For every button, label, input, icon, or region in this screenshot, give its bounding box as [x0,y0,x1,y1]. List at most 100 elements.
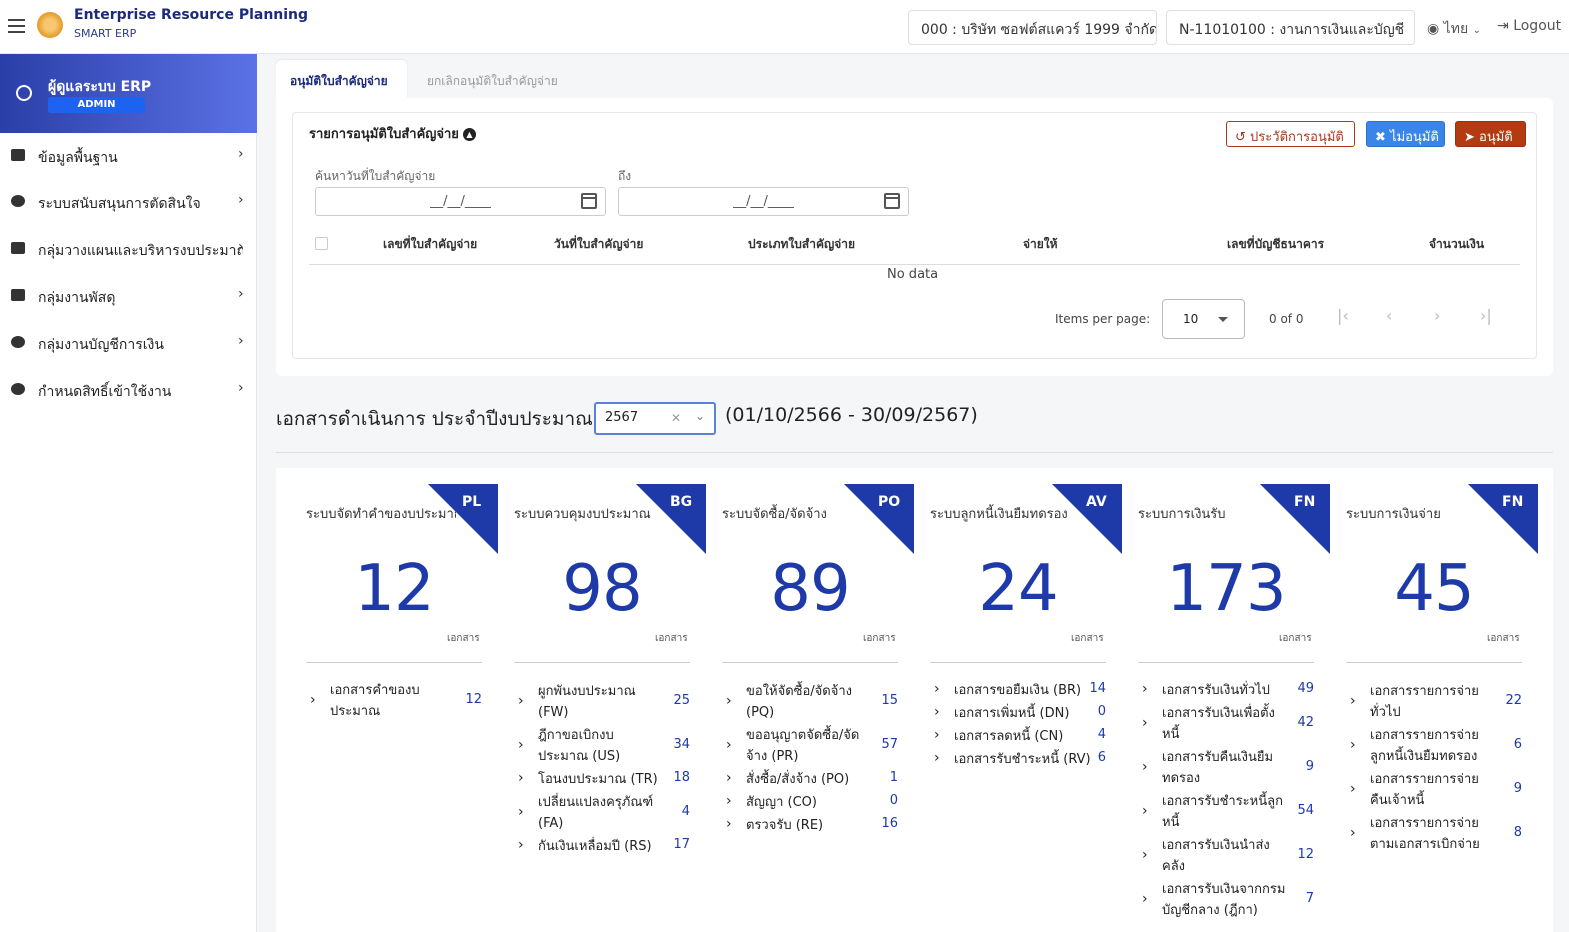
gear-icon [11,383,25,395]
list-item[interactable]: › เอกสารคำของบประมาณ 12 [306,680,482,724]
sidebar-item-master-data[interactable]: ข้อมูลพื้นฐาน › [0,134,257,178]
item-count: 18 [673,770,690,785]
card-divider [514,662,690,663]
chevron-right-icon: › [1142,715,1148,731]
column-header[interactable]: ประเภทใบสำคัญจ่าย [748,235,855,254]
item-label: เอกสารรายการจ่ายตามเอกสารเบิกจ่าย [1370,816,1480,852]
column-header[interactable]: เลขที่ใบสำคัญจ่าย [383,235,477,254]
items-per-page-select[interactable]: 10 [1162,299,1245,339]
tab-approve-voucher[interactable]: อนุมัติใบสำคัญจ่าย [276,60,407,98]
system-code: PO [878,494,901,510]
item-count: 49 [1297,681,1314,696]
list-item[interactable]: › เอกสารเพิ่มหนี้ (DN) 0 [930,703,1106,726]
item-label: ขออนุญาตจัดซื้อ/จัดจ้าง (PR) [746,728,860,764]
list-item[interactable]: › เอกสารรายการจ่ายทั่วไป 22 [1346,681,1522,725]
chevron-right-icon: › [238,286,244,302]
calendar-icon[interactable] [581,193,597,209]
summary-card-fn-receive: ระบบการเงินรับ FN 173 เอกสาร › เอกสารรับ… [1108,468,1330,932]
send-icon: ➤ [1464,130,1475,145]
sidebar-item-budget-planning[interactable]: กลุ่มวางแผนและบริหารงบประมาณ › [0,227,257,271]
approval-history-button[interactable]: ↺ ประวัติการอนุมัติ [1226,121,1355,147]
last-page-icon[interactable]: ›| [1480,306,1492,325]
clear-icon[interactable]: ✕ [671,411,681,425]
list-item[interactable]: › ผูกพันงบประมาณ (FW) 25 [514,681,690,725]
sidebar-item-decision-support[interactable]: ระบบสนับสนุนการตัดสินใจ › [0,180,257,224]
item-label: เอกสารเพิ่มหนี้ (DN) [954,706,1070,721]
column-header[interactable]: วันที่ใบสำคัญจ่าย [554,235,643,254]
summary-card-av: ระบบลูกหนี้เงินยืมทดรอง AV 24 เอกสาร › เ… [900,468,1122,932]
tab-cancel-approve-voucher[interactable]: ยกเลิกอนุมัติใบสำคัญจ่าย [413,60,572,98]
sidebar-item-supplies[interactable]: กลุ่มงานพัสดุ › [0,274,257,318]
fiscal-year-select[interactable]: 2567 ✕ ⌄ [594,402,716,435]
department-selector[interactable]: N-11010100 : งานการเงินและบัญชี [1166,10,1415,45]
list-item[interactable]: › ขออนุญาตจัดซื้อ/จัดจ้าง (PR) 57 [722,725,898,769]
date-from-value: __/__/____ [430,194,491,209]
document-total: 12 [354,552,434,626]
column-header[interactable]: จ่ายให้ [1023,235,1058,254]
item-label: ฎีกาขอเบิกงบประมาณ (US) [538,728,621,764]
list-item[interactable]: › ตรวจรับ (RE) 16 [722,815,898,838]
list-item[interactable]: › สั่งซื้อ/สั่งจ้าง (PO) 1 [722,769,898,792]
user-role-badge: ADMIN [48,97,145,113]
list-item[interactable]: › เปลี่ยนแปลงครุภัณฑ์ (FA) 4 [514,792,690,836]
list-item[interactable]: › เอกสารรายการจ่ายคืนเจ้าหนี้ 9 [1346,769,1522,813]
list-item[interactable]: › เอกสารรับเงินเพื่อตั้งหนี้ 42 [1138,703,1314,747]
list-item[interactable]: › โอนงบประมาณ (TR) 18 [514,769,690,792]
item-count: 0 [1097,704,1106,719]
list-item[interactable]: › ขอให้จัดซื้อ/จัดจ้าง (PQ) 15 [722,681,898,725]
company-selector[interactable]: 000 : บริษัท ซอฟต์สแควร์ 1999 จำกัด [908,10,1157,45]
list-item[interactable]: › กันเงินเหลื่อมปี (RS) 17 [514,836,690,859]
list-item[interactable]: › เอกสารรับคืนเงินยืมทดรอง 9 [1138,747,1314,791]
pie-chart-icon [11,195,25,207]
calendar-icon[interactable] [884,193,900,209]
pager-range: 0 of 0 [1269,312,1304,326]
list-item[interactable]: › เอกสารรายการจ่ายตามเอกสารเบิกจ่าย 8 [1346,813,1522,857]
app-title: Enterprise Resource Planning [74,7,309,23]
select-all-checkbox[interactable] [315,237,328,250]
list-item[interactable]: › สัญญา (CO) 0 [722,792,898,815]
sidebar-item-label: ระบบสนับสนุนการตัดสินใจ [38,196,201,212]
document-summary-cards: ระบบจัดทำคำของบประมาณ PL 12 เอกสาร › เอก… [276,468,1553,932]
date-from-input[interactable]: __/__/____ [315,187,606,216]
menu-toggle-icon[interactable] [8,19,25,33]
list-item[interactable]: › เอกสารขอยืมเงิน (BR) 14 [930,680,1106,703]
system-code: FN [1502,494,1524,510]
item-count: 15 [881,693,898,708]
list-item[interactable]: › เอกสารรายการจ่ายลูกหนี้เงินยืมทดรอง 6 [1346,725,1522,769]
close-icon: ✖ [1375,130,1386,145]
first-page-icon[interactable]: |‹ [1337,306,1349,325]
list-item[interactable]: › เอกสารรับชำระหนี้ลูกหนี้ 54 [1138,791,1314,835]
summary-card-pl: ระบบจัดทำคำของบประมาณ PL 12 เอกสาร › เอก… [276,468,498,932]
item-count: 7 [1305,891,1314,906]
reject-button[interactable]: ✖ ไม่อนุมัติ [1366,121,1445,147]
chevron-right-icon: › [518,837,524,853]
approve-button[interactable]: ➤ อนุมัติ [1455,121,1526,147]
chevron-down-icon[interactable]: ⌄ [695,409,705,423]
item-count: 14 [1089,681,1106,696]
list-item[interactable]: › เอกสารรับชำระหนี้ (RV) 6 [930,749,1106,772]
system-code: AV [1086,494,1107,510]
language-selector[interactable]: ◉ ไทย ⌄ [1427,18,1481,40]
prev-page-icon[interactable]: ‹ [1386,306,1392,325]
list-item[interactable]: › เอกสารรับเงินจากกรมบัญชีกลาง (ฎีกา) 7 [1138,879,1314,923]
section-divider [276,452,1553,453]
summary-card-fn-pay: ระบบการเงินจ่าย FN 45 เอกสาร › เอกสารราย… [1316,468,1538,932]
sidebar-item-accounting[interactable]: กลุ่มงานบัญชีการเงิน › [0,321,257,365]
next-page-icon[interactable]: › [1434,306,1440,325]
list-item[interactable]: › เอกสารลดหนี้ (CN) 4 [930,726,1106,749]
chevron-right-icon: › [1350,693,1356,709]
panel-title-text: รายการอนุมัติใบสำคัญจ่าย [309,127,459,142]
list-item[interactable]: › ฎีกาขอเบิกงบประมาณ (US) 34 [514,725,690,769]
history-icon: ↺ [1235,130,1246,145]
sidebar-item-permissions[interactable]: กำหนดสิทธิ์เข้าใช้งาน › [0,368,257,412]
logout-button[interactable]: ⇥ Logout [1497,18,1561,34]
collapse-icon[interactable]: ▲ [462,128,476,141]
list-item[interactable]: › เอกสารรับเงินนำส่งคลัง 12 [1138,835,1314,879]
item-count: 6 [1097,750,1106,765]
item-label: ตรวจรับ (RE) [746,818,824,833]
column-header[interactable]: จำนวนเงิน [1429,235,1484,254]
date-to-input[interactable]: __/__/____ [618,187,909,216]
list-item[interactable]: › เอกสารรับเงินทั่วไป 49 [1138,680,1314,703]
column-header[interactable]: เลขที่บัญชีธนาคาร [1227,235,1324,254]
search-date-label: ค้นหาวันที่ใบสำคัญจ่าย [315,169,436,183]
